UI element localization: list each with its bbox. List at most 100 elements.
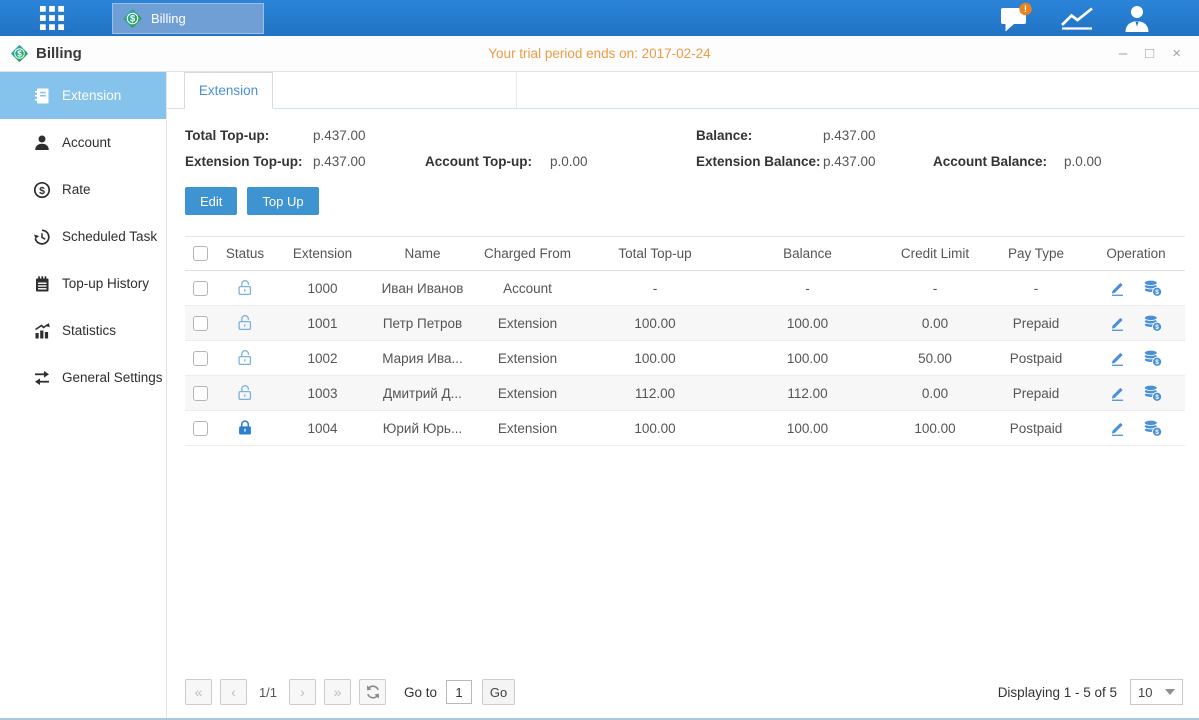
main-panel: Extension Total Top-up: p.437.00 Balance… — [167, 72, 1199, 718]
table-row: 1002 Мария Ива... Extension 100.00 100.0… — [185, 341, 1185, 376]
edit-extension-icon[interactable] — [1109, 279, 1126, 297]
page-size-select[interactable]: 10 — [1130, 679, 1183, 705]
svg-text:$: $ — [17, 48, 22, 58]
edit-extension-icon[interactable] — [1109, 419, 1126, 437]
column-header-operation: Operation — [1087, 237, 1185, 271]
billing-app-icon: $ — [122, 8, 143, 29]
notifications-button[interactable]: ! — [999, 2, 1033, 34]
sidebar-item-topup-history[interactable]: Top-up History — [0, 260, 166, 307]
close-button[interactable]: × — [1172, 46, 1181, 61]
last-page-button[interactable]: » — [324, 679, 351, 705]
cell-total-topup: - — [580, 271, 730, 306]
svg-text:$: $ — [39, 184, 45, 196]
sidebar-item-rate[interactable]: $ Rate — [0, 166, 166, 213]
row-checkbox[interactable] — [193, 316, 208, 331]
trial-notice: Your trial period ends on: 2017-02-24 — [0, 36, 1199, 71]
top-up-extension-icon[interactable]: $ — [1142, 279, 1163, 298]
minimize-button[interactable]: – — [1119, 46, 1127, 61]
resource-monitor-button[interactable] — [1059, 5, 1095, 31]
next-page-button[interactable]: › — [289, 679, 316, 705]
scheduled-task-icon — [33, 228, 51, 246]
sidebar-item-account[interactable]: Account — [0, 119, 166, 166]
column-header-credit-limit: Credit Limit — [885, 237, 985, 271]
balance-value: p.437.00 — [823, 128, 933, 143]
refresh-icon — [365, 684, 381, 700]
maximize-button[interactable]: □ — [1145, 46, 1154, 61]
cell-pay-type: Prepaid — [985, 306, 1087, 341]
cell-extension: 1002 — [275, 341, 370, 376]
cell-name: Мария Ива... — [370, 341, 475, 376]
sidebar-item-label: Rate — [62, 182, 91, 197]
tab-extension[interactable]: Extension — [184, 72, 273, 109]
row-checkbox[interactable] — [193, 421, 208, 436]
prev-page-button[interactable]: ‹ — [220, 679, 247, 705]
edit-extension-icon[interactable] — [1109, 384, 1126, 402]
cell-charged-from: Extension — [475, 306, 580, 341]
row-checkbox[interactable] — [193, 386, 208, 401]
sidebar-item-label: Scheduled Task — [62, 229, 157, 244]
top-up-extension-icon[interactable]: $ — [1142, 419, 1163, 438]
refresh-button[interactable] — [359, 679, 386, 705]
svg-text:$: $ — [1155, 429, 1159, 436]
select-all-checkbox[interactable] — [193, 246, 208, 261]
cell-balance: 100.00 — [730, 341, 885, 376]
cell-total-topup: 112.00 — [580, 376, 730, 411]
cell-charged-from: Extension — [475, 411, 580, 446]
taskbar-right-icons: ! — [999, 2, 1153, 34]
row-checkbox[interactable] — [193, 351, 208, 366]
chevron-down-icon — [1165, 689, 1175, 695]
cell-balance: 100.00 — [730, 411, 885, 446]
top-up-history-icon — [33, 275, 51, 293]
sidebar-item-label: Account — [62, 135, 111, 150]
sidebar-item-statistics[interactable]: Statistics — [0, 307, 166, 354]
statistics-icon — [33, 322, 51, 340]
top-up-extension-icon[interactable]: $ — [1142, 384, 1163, 403]
top-up-extension-icon[interactable]: $ — [1142, 314, 1163, 333]
column-header-total-topup: Total Top-up — [580, 237, 730, 271]
total-topup-label: Total Top-up: — [185, 128, 313, 143]
window-controls: – □ × — [1119, 46, 1199, 61]
edit-button[interactable]: Edit — [185, 187, 237, 215]
page-size-value: 10 — [1138, 685, 1152, 700]
go-button[interactable]: Go — [482, 679, 515, 705]
column-header-charged-from: Charged From — [475, 237, 580, 271]
first-page-button[interactable]: « — [185, 679, 212, 705]
top-taskbar: $ Billing ! — [0, 0, 1199, 36]
app-launcher-button[interactable] — [32, 0, 72, 36]
extension-topup-value: p.437.00 — [313, 154, 425, 169]
cell-credit-limit: - — [885, 271, 985, 306]
taskbar-billing-tab[interactable]: $ Billing — [112, 3, 264, 34]
status-unlocked-icon — [235, 383, 255, 403]
sidebar-item-label: Top-up History — [62, 276, 149, 291]
cell-extension: 1001 — [275, 306, 370, 341]
edit-extension-icon[interactable] — [1109, 314, 1126, 332]
cell-balance: 100.00 — [730, 306, 885, 341]
general-settings-icon — [33, 369, 51, 387]
table-header-row: Status Extension Name Charged From Total… — [185, 237, 1185, 271]
sidebar-item-label: General Settings — [62, 370, 163, 385]
billing-app-window: $ Billing ! — [0, 0, 1199, 720]
page-indicator: 1/1 — [255, 685, 281, 700]
status-unlocked-icon — [235, 278, 255, 298]
sidebar-item-scheduled-task[interactable]: Scheduled Task — [0, 213, 166, 260]
balance-label: Balance: — [696, 128, 823, 143]
account-topup-label: Account Top-up: — [425, 154, 550, 169]
cell-charged-from: Extension — [475, 341, 580, 376]
row-checkbox[interactable] — [193, 281, 208, 296]
column-header-balance: Balance — [730, 237, 885, 271]
pagination-bar: « ‹ 1/1 › » Go to Go Displaying — [167, 679, 1199, 718]
top-up-extension-icon[interactable]: $ — [1142, 349, 1163, 368]
table-row: 1003 Дмитрий Д... Extension 112.00 112.0… — [185, 376, 1185, 411]
svg-text:$: $ — [1155, 359, 1159, 366]
sidebar-item-extension[interactable]: Extension — [0, 72, 166, 119]
sidebar-item-general-settings[interactable]: General Settings — [0, 354, 166, 401]
cell-extension: 1003 — [275, 376, 370, 411]
user-account-button[interactable] — [1121, 3, 1153, 33]
svg-text:!: ! — [1024, 4, 1027, 15]
goto-page-input[interactable] — [446, 680, 472, 704]
edit-extension-icon[interactable] — [1109, 349, 1126, 367]
extension-table: Status Extension Name Charged From Total… — [185, 236, 1185, 446]
top-up-button[interactable]: Top Up — [247, 187, 318, 215]
cell-balance: 112.00 — [730, 376, 885, 411]
sidebar: Extension Account $ Rate — [0, 72, 167, 718]
